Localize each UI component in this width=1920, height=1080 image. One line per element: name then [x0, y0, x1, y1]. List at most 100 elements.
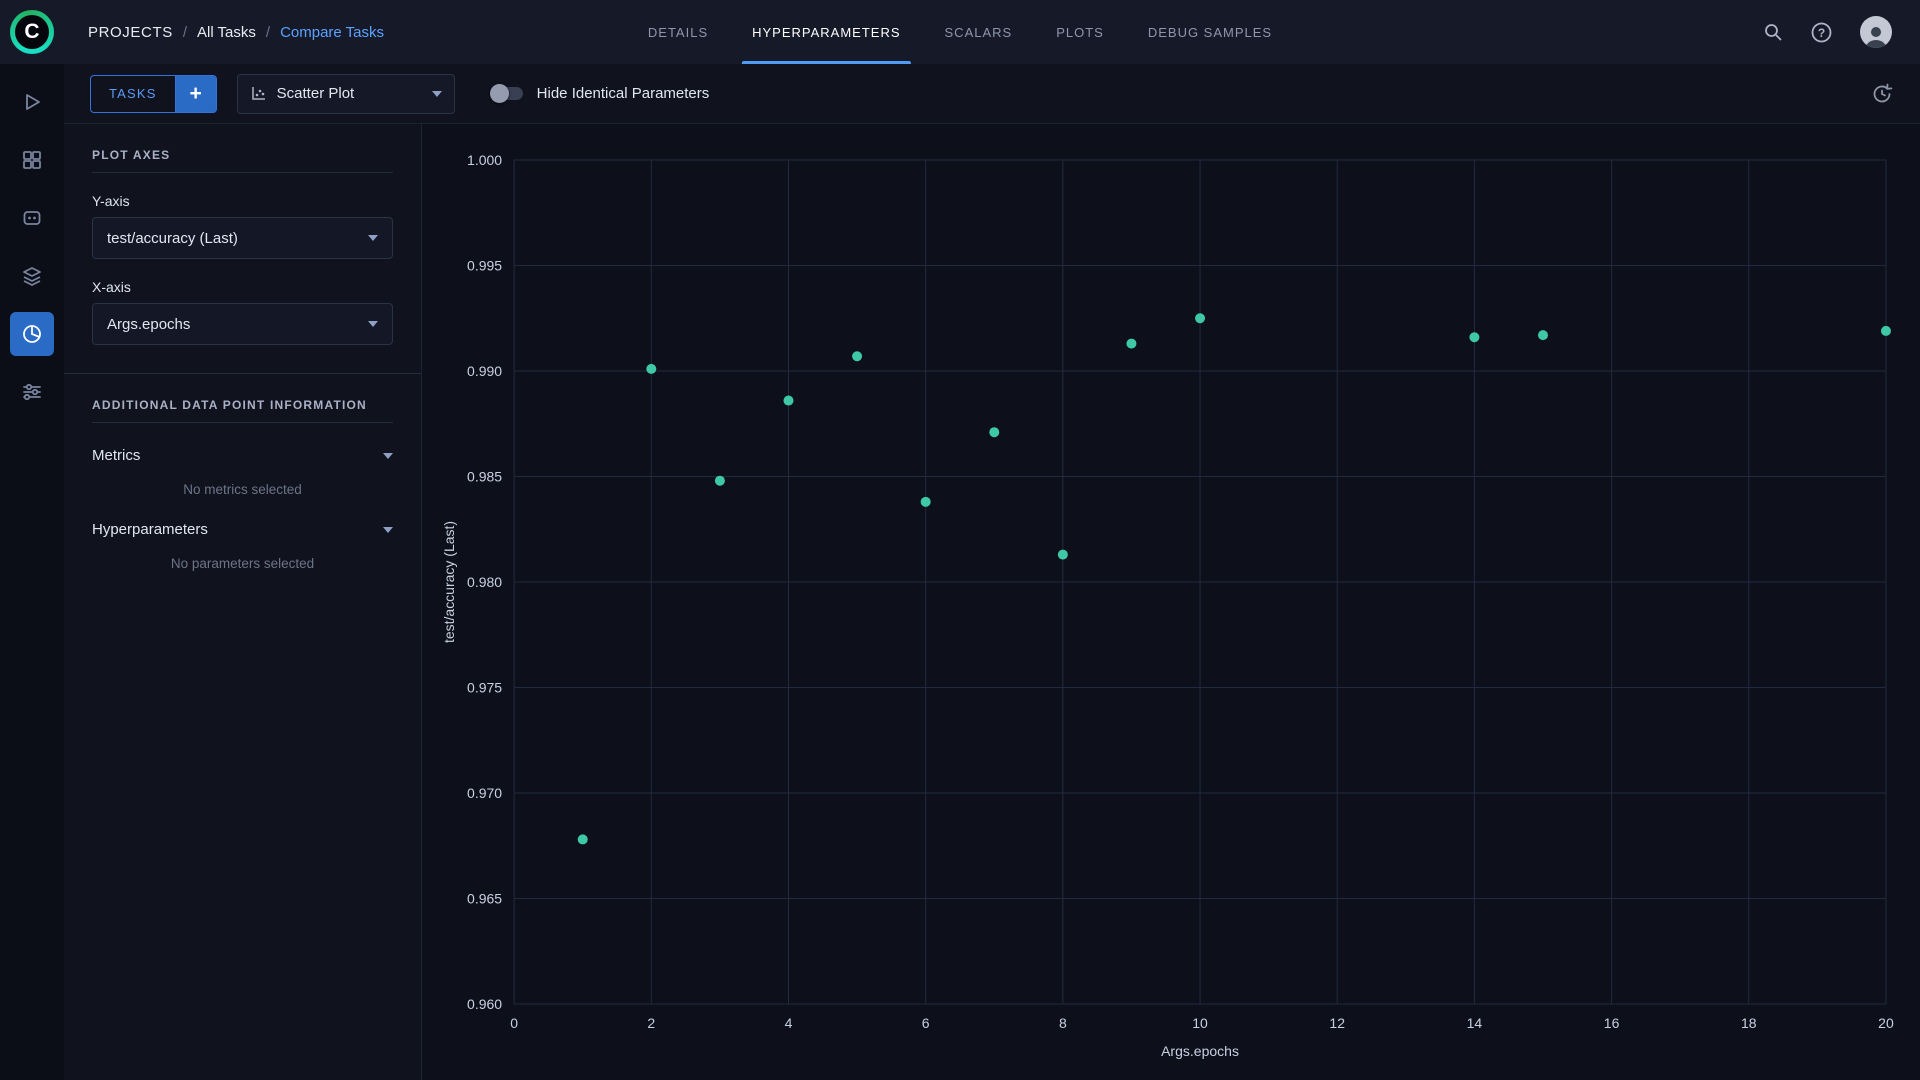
pipelines-icon[interactable]: [10, 254, 54, 298]
avatar-icon[interactable]: [1860, 16, 1892, 48]
y-tick-label: 0.995: [467, 258, 502, 274]
data-point[interactable]: [989, 427, 999, 437]
right-column: TASKS + Scatter Plot: [64, 64, 1920, 1080]
breadcrumb-all-tasks[interactable]: All Tasks: [197, 24, 256, 41]
metrics-empty-state: No metrics selected: [92, 482, 393, 497]
breadcrumb-current[interactable]: Compare Tasks: [280, 24, 384, 41]
y-tick-label: 0.985: [467, 469, 502, 485]
x-axis-title: Args.epochs: [1161, 1043, 1239, 1059]
data-point[interactable]: [852, 351, 862, 361]
metrics-section-toggle[interactable]: Metrics: [92, 447, 393, 464]
y-tick-label: 0.980: [467, 574, 502, 590]
breadcrumb-separator: /: [266, 24, 270, 41]
y-tick-label: 1.000: [467, 152, 502, 168]
y-tick-label: 0.960: [467, 996, 502, 1012]
projects-icon[interactable]: [10, 138, 54, 182]
search-icon[interactable]: [1763, 22, 1783, 42]
data-point[interactable]: [1195, 313, 1205, 323]
tab-debug-samples[interactable]: DEBUG SAMPLES: [1126, 0, 1294, 64]
breadcrumb: PROJECTS / All Tasks / Compare Tasks: [88, 24, 384, 41]
app-root: C PROJECTS / All Tasks / Compare Tasks D…: [0, 0, 1920, 1080]
clearml-logo[interactable]: C: [0, 10, 64, 54]
datasets-icon[interactable]: [10, 196, 54, 240]
plot-type-value: Scatter Plot: [277, 85, 355, 102]
x-tick-label: 18: [1741, 1015, 1757, 1031]
data-point[interactable]: [921, 497, 931, 507]
caret-down-icon: [368, 235, 378, 241]
help-icon[interactable]: ?: [1811, 22, 1832, 43]
top-header: C PROJECTS / All Tasks / Compare Tasks D…: [0, 0, 1920, 64]
tab-plots[interactable]: PLOTS: [1034, 0, 1126, 64]
toggle-knob: [490, 84, 509, 103]
y-axis-title: test/accuracy (Last): [441, 521, 457, 643]
hide-identical-toggle-row: Hide Identical Parameters: [493, 85, 710, 102]
x-tick-label: 0: [510, 1015, 518, 1031]
plot-config-panel: PLOT AXES Y-axis test/accuracy (Last) X-…: [64, 124, 422, 1080]
help-glyph: ?: [1818, 26, 1825, 40]
data-point[interactable]: [1058, 550, 1068, 560]
scatter-chart-area[interactable]: 0 2 4 6 8 10 12 14 16 18 20 0.960 0.965 0.970 0.975 0.9…: [422, 124, 1920, 1080]
x-tick-label: 8: [1059, 1015, 1067, 1031]
refresh-icon[interactable]: [1870, 82, 1894, 106]
content-area: PLOT AXES Y-axis test/accuracy (Last) X-…: [64, 124, 1920, 1080]
main-area: TASKS + Scatter Plot: [0, 64, 1920, 1080]
data-point[interactable]: [1126, 339, 1136, 349]
caret-down-icon: [368, 321, 378, 327]
x-tick-label: 10: [1192, 1015, 1208, 1031]
caret-down-icon: [432, 91, 442, 97]
dashboard-icon[interactable]: [10, 80, 54, 124]
data-point[interactable]: [646, 364, 656, 374]
caret-down-icon: [383, 527, 393, 533]
x-axis-select[interactable]: Args.epochs: [92, 303, 393, 345]
nav-rail: [0, 64, 64, 1080]
tab-scalars[interactable]: SCALARS: [923, 0, 1035, 64]
data-point[interactable]: [1538, 330, 1548, 340]
y-tick-label: 0.990: [467, 363, 502, 379]
data-point[interactable]: [715, 476, 725, 486]
hyperparameters-empty-state: No parameters selected: [92, 556, 393, 571]
x-tick-label: 16: [1604, 1015, 1620, 1031]
y-axis-select[interactable]: test/accuracy (Last): [92, 217, 393, 259]
data-point[interactable]: [783, 396, 793, 406]
plot-axes-heading: PLOT AXES: [92, 124, 393, 173]
compare-toolbar: TASKS + Scatter Plot: [64, 64, 1920, 124]
compare-icon[interactable]: [10, 312, 54, 356]
logo-letter: C: [15, 15, 49, 49]
x-tick-label: 12: [1329, 1015, 1345, 1031]
y-tick-label: 0.975: [467, 680, 502, 696]
tab-bar: DETAILS HYPERPARAMETERS SCALARS PLOTS DE…: [626, 0, 1294, 64]
caret-down-icon: [383, 453, 393, 459]
y-axis-label: Y-axis: [92, 193, 393, 209]
x-tick-label: 4: [785, 1015, 793, 1031]
additional-info-heading: ADDITIONAL DATA POINT INFORMATION: [92, 374, 393, 423]
data-point[interactable]: [578, 834, 588, 844]
scatter-plot-svg[interactable]: 0 2 4 6 8 10 12 14 16 18 20 0.960 0.965 0.970 0.975 0.9…: [422, 124, 1920, 1080]
header-actions: ?: [1763, 0, 1920, 64]
x-tick-label: 2: [647, 1015, 655, 1031]
scatter-plot-icon: [250, 85, 267, 102]
data-point[interactable]: [1469, 332, 1479, 342]
x-tick-label: 14: [1467, 1015, 1483, 1031]
plot-type-select[interactable]: Scatter Plot: [237, 74, 455, 114]
breadcrumb-separator: /: [183, 24, 187, 41]
hyperparameters-label: Hyperparameters: [92, 521, 208, 538]
x-tick-label: 20: [1878, 1015, 1894, 1031]
tab-details[interactable]: DETAILS: [626, 0, 730, 64]
data-point[interactable]: [1881, 326, 1891, 336]
x-axis-value: Args.epochs: [107, 316, 190, 333]
x-tick-label: 6: [922, 1015, 930, 1031]
logo-ring-icon: C: [10, 10, 54, 54]
hide-identical-label: Hide Identical Parameters: [537, 85, 710, 102]
tasks-button[interactable]: TASKS: [91, 76, 176, 112]
breadcrumb-projects[interactable]: PROJECTS: [88, 24, 173, 41]
tab-hyperparameters[interactable]: HYPERPARAMETERS: [730, 0, 922, 64]
x-axis-label: X-axis: [92, 279, 393, 295]
hide-identical-toggle[interactable]: [493, 87, 523, 100]
y-tick-label: 0.970: [467, 785, 502, 801]
workers-queues-icon[interactable]: [10, 370, 54, 414]
y-tick-label: 0.965: [467, 891, 502, 907]
y-axis-value: test/accuracy (Last): [107, 230, 238, 247]
tasks-button-group: TASKS +: [90, 75, 217, 113]
hyperparameters-section-toggle[interactable]: Hyperparameters: [92, 521, 393, 538]
add-task-button[interactable]: +: [176, 76, 216, 112]
